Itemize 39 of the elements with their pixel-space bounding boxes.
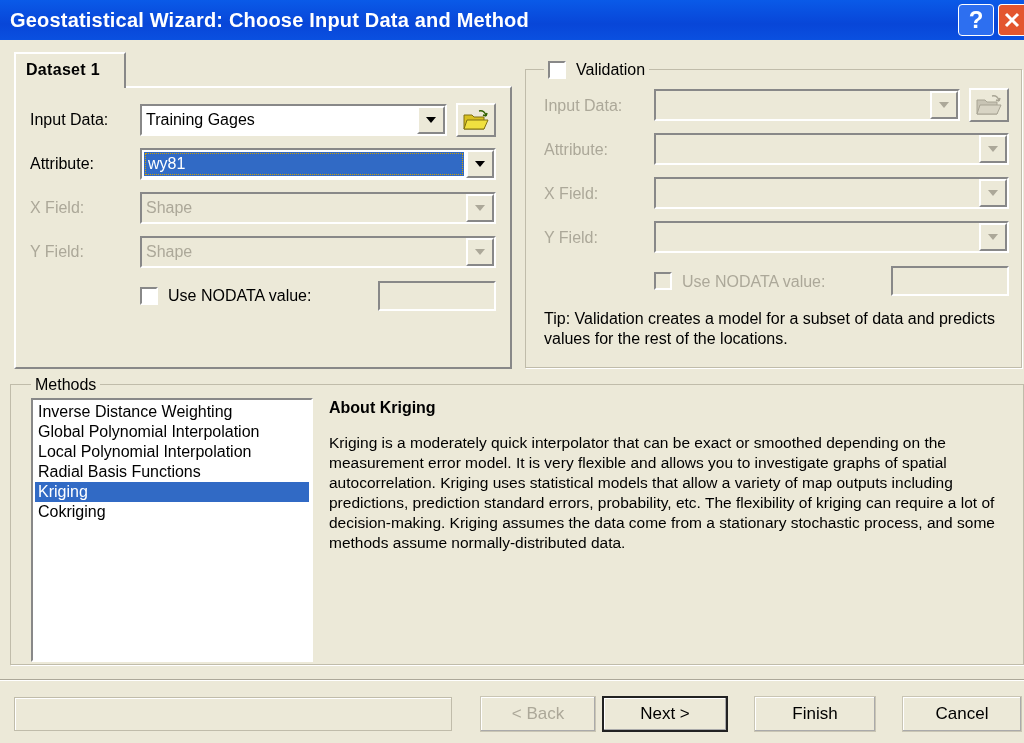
list-item[interactable]: Cokriging	[35, 502, 309, 523]
close-icon	[1002, 11, 1021, 29]
help-button[interactable]: ?	[958, 4, 994, 36]
checkbox-label: Validation	[576, 60, 646, 80]
browse-button[interactable]	[456, 103, 496, 137]
field-label: Y Field:	[544, 227, 599, 247]
wizard-button[interactable]: Next >	[602, 696, 728, 732]
checkbox[interactable]	[548, 60, 566, 79]
field-label: X Field:	[30, 198, 86, 218]
folder-icon	[976, 94, 1002, 117]
methods-list[interactable]: Inverse Distance Weighting Global Polynomial Interpolation Local Polynomial Interpolation Radial Basis Functions Kriging Cokriging	[31, 398, 313, 663]
checkbox-label: Use NODATA value:	[168, 286, 312, 306]
dropdown[interactable]: wy81	[140, 148, 496, 180]
tip-text: Tip: Validation creates a model for a subset of data and predicts values for the rest of the locations.	[544, 309, 996, 350]
list-item[interactable]: Radial Basis Functions	[35, 462, 309, 483]
list-item[interactable]: Kriging	[35, 482, 309, 503]
nodata-field[interactable]	[891, 266, 1009, 297]
folder-icon	[463, 109, 489, 131]
list-item[interactable]: Local Polynomial Interpolation	[35, 442, 309, 463]
field-label: X Field:	[544, 183, 600, 203]
list-item[interactable]: Global Polynomial Interpolation	[35, 422, 309, 443]
wizard-button[interactable]: Finish	[754, 696, 876, 732]
close-button[interactable]	[998, 4, 1024, 36]
wizard-button[interactable]: Cancel	[902, 696, 1022, 732]
checkbox[interactable]	[140, 287, 158, 305]
field-label: Input Data:	[544, 95, 624, 115]
field-label: Attribute:	[30, 154, 96, 174]
group-label: Methods	[34, 375, 98, 395]
about-text: Kriging is a moderately quick interpolator that can be exact or smoothed depending on the measurement error model. It is very flexible and allows you to investigate graphs of spatial autocorrelation. Kriging uses statistical models that allow a variety of map outputs including predictions, prediction standard errors, probability, etc. The flexibility of kriging can require a lot of decision-making. Kriging assumes the data come from a stationary stochastic process, and some methods assume normally-distributed data.	[329, 433, 996, 554]
field-label: Y Field:	[30, 242, 85, 262]
list-item[interactable]: Inverse Distance Weighting	[35, 402, 309, 423]
tab[interactable]: Dataset 1	[14, 52, 126, 88]
about-heading: About Kriging	[329, 398, 437, 418]
field-label: Input Data:	[30, 110, 110, 130]
nodata-field[interactable]	[378, 281, 496, 311]
dropdown[interactable]: Training Gages	[140, 104, 447, 136]
window-title: Geostatistical Wizard: Choose Input Data and Method	[10, 8, 529, 32]
checkbox-label: Use NODATA value:	[682, 271, 826, 291]
field-label: Attribute:	[544, 139, 610, 159]
